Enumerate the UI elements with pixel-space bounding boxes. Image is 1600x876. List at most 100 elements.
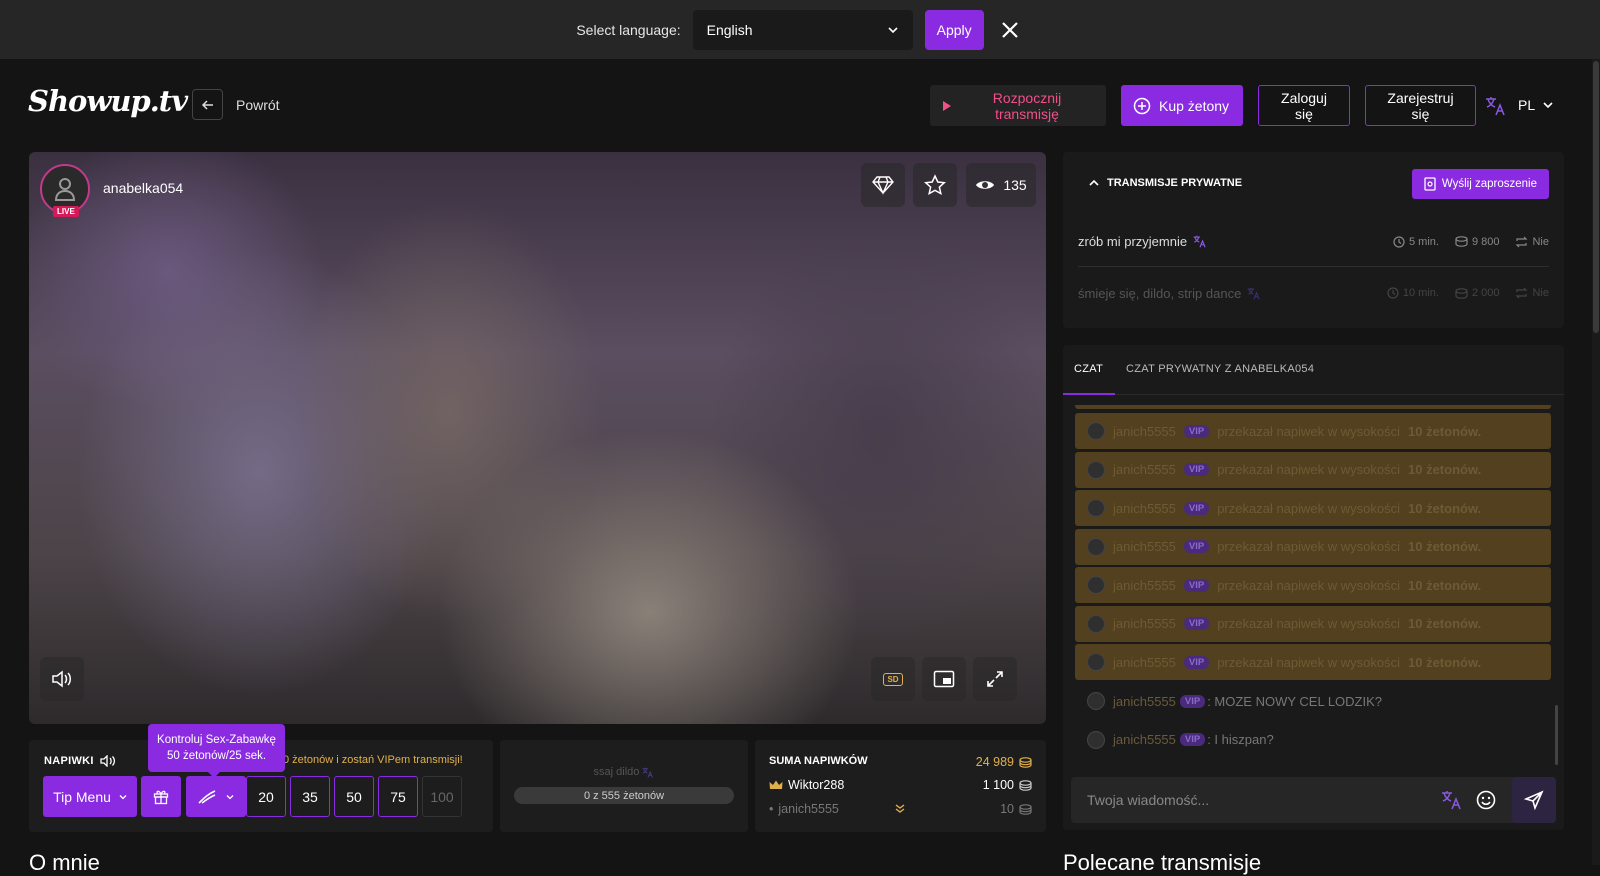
private-shows-toggle[interactable]: TRANSMISJE PRYWATNE — [1089, 177, 1242, 189]
chat-message: janich5555 VIP przekazał napiwek w wysokoś… — [1075, 490, 1551, 526]
speaker-icon[interactable] — [100, 755, 116, 767]
emoji-icon[interactable] — [1476, 790, 1496, 810]
tip-amount-35[interactable]: 35 — [290, 776, 330, 817]
start-stream-button[interactable]: Rozpocznij transmisję — [930, 85, 1106, 126]
chat-avatar[interactable] — [1087, 460, 1105, 479]
tip-amount-50[interactable]: 50 — [334, 776, 374, 817]
chat-message — [1075, 405, 1551, 409]
chat-input-bar — [1071, 777, 1556, 823]
tipper-name[interactable]: janich5555 — [778, 802, 838, 816]
quality-button[interactable]: SD — [871, 657, 915, 701]
login-button[interactable]: Zaloguj się — [1258, 85, 1350, 126]
chat-username[interactable]: janich5555 — [1113, 578, 1176, 593]
tip-menu-label: Tip Menu — [53, 788, 111, 805]
send-invite-button[interactable]: Wyślij zaproszenie — [1411, 169, 1549, 199]
chat-avatar[interactable] — [1087, 653, 1105, 671]
tip-amount-75[interactable]: 75 — [378, 776, 418, 817]
chat-username[interactable]: janich5555 — [1113, 694, 1176, 709]
chat-tip-amount: 10 żetonów. — [1408, 423, 1482, 439]
chat-username[interactable]: janich5555 — [1113, 732, 1176, 747]
speaker-icon — [51, 670, 73, 688]
chat-username[interactable]: janich5555 — [1113, 501, 1176, 516]
chat-tip-text: przekazał napiwek w wysokości — [1217, 462, 1400, 477]
private-show-item[interactable]: zrób mi przyjemnie 5 min. 9 800 Nie — [1078, 217, 1549, 267]
chat-tip-text: przekazał napiwek w wysokości — [1217, 423, 1400, 439]
chat-avatar[interactable] — [1087, 499, 1105, 517]
ui-language-select[interactable]: PL — [1518, 97, 1553, 113]
chevron-down-icon — [887, 24, 899, 36]
favorite-button[interactable] — [913, 163, 957, 207]
chat-message: janich5555 VIP przekazał napiwek w wysokoś… — [1075, 413, 1551, 449]
back-label[interactable]: Powrót — [236, 97, 280, 113]
chat-avatar[interactable] — [1087, 576, 1105, 594]
vip-badge: VIP — [1183, 463, 1210, 476]
chat-username[interactable]: janich5555 — [1113, 424, 1176, 439]
chat-scrollbar[interactable] — [1555, 705, 1558, 765]
chat-avatar[interactable] — [1087, 730, 1105, 749]
ticket-icon — [1424, 177, 1436, 191]
diamond-button[interactable] — [861, 163, 905, 207]
translate-icon[interactable] — [1247, 287, 1261, 300]
close-icon[interactable] — [996, 16, 1024, 44]
fullscreen-button[interactable] — [973, 657, 1017, 701]
back-button[interactable] — [192, 89, 223, 120]
video-player[interactable]: LIVE anabelka054 135 SD — [29, 152, 1046, 724]
volume-button[interactable] — [40, 657, 84, 701]
streamer-name[interactable]: anabelka054 — [103, 180, 183, 196]
picture-in-picture-button[interactable] — [922, 657, 966, 701]
chat-avatar[interactable] — [1087, 614, 1105, 633]
send-icon — [1524, 790, 1544, 810]
chat-message: janich5555 VIP: MOZE NOWY CEL LODZIK? — [1075, 683, 1551, 719]
expand-more-icon[interactable] — [895, 804, 905, 814]
language-select[interactable]: English — [692, 9, 913, 50]
translate-icon[interactable] — [1485, 96, 1507, 116]
tooltip-line-1: Kontroluj Sex-Zabawkę — [157, 734, 276, 746]
apply-button[interactable]: Apply — [924, 9, 984, 50]
page-scrollbar-thumb[interactable] — [1593, 61, 1599, 333]
coins-icon — [1019, 756, 1032, 768]
crown-icon — [769, 780, 783, 790]
chat-avatar[interactable] — [1087, 537, 1105, 556]
send-message-button[interactable] — [1512, 777, 1556, 823]
tab-private-chat[interactable]: CZAT PRYWATNY Z ANABELKA054 — [1126, 363, 1314, 375]
chat-message-input[interactable] — [1079, 777, 1429, 823]
sex-toy-control-button[interactable] — [186, 776, 246, 817]
coins-icon — [1019, 803, 1032, 815]
tip-sum-total: 24 989 — [976, 755, 1032, 769]
page-scrollbar[interactable] — [1592, 59, 1600, 865]
tip-amount-100[interactable]: 100 — [422, 776, 462, 817]
translate-icon[interactable] — [642, 767, 654, 778]
chat-username[interactable]: janich5555 — [1113, 616, 1176, 631]
vip-promo-text: 0 żetonów i zostań VIPem transmisji! — [283, 754, 463, 766]
chat-username[interactable]: janich5555 — [1113, 539, 1176, 554]
chat-avatar[interactable] — [1087, 692, 1105, 710]
tip-menu-button[interactable]: Tip Menu — [43, 776, 137, 817]
vip-badge: VIP — [1179, 733, 1206, 746]
chat-tip-text: przekazał napiwek w wysokości — [1217, 539, 1400, 554]
eye-icon — [975, 178, 995, 192]
private-show-item[interactable]: śmieje się, dildo, strip dance 10 min. 2… — [1078, 268, 1549, 318]
tip-sum-row: • janich5555 10 — [769, 802, 1032, 816]
tab-chat[interactable]: CZAT — [1074, 363, 1103, 375]
chat-username[interactable]: janich5555 — [1113, 655, 1176, 670]
tipper-name[interactable]: Wiktor288 — [788, 778, 844, 792]
chat-panel: CZAT CZAT PRYWATNY Z ANABELKA054 janich5… — [1063, 345, 1564, 830]
gift-button[interactable] — [141, 776, 181, 817]
buy-tokens-button[interactable]: Kup żetony — [1121, 85, 1243, 126]
tip-amount-20[interactable]: 20 — [246, 776, 286, 817]
translate-icon[interactable] — [1193, 235, 1207, 248]
chat-username[interactable]: janich5555 — [1113, 462, 1176, 477]
chat-tip-text: przekazał napiwek w wysokości — [1217, 500, 1400, 516]
chat-message: janich5555 VIP przekazał napiwek w wysokoś… — [1075, 605, 1551, 642]
site-logo[interactable]: Showup.tv — [28, 84, 188, 118]
language-selected: English — [706, 21, 753, 38]
register-button[interactable]: Zarejestruj się — [1365, 85, 1476, 126]
translate-icon[interactable] — [1441, 790, 1463, 810]
chat-avatar[interactable] — [1087, 422, 1105, 440]
chat-tip-text: przekazał napiwek w wysokości — [1217, 654, 1400, 670]
goal-label-text: ssaj dildo — [593, 766, 640, 778]
expand-icon — [986, 670, 1004, 688]
chat-message-text: : I hiszpan? — [1207, 732, 1274, 747]
private-show-desc: śmieje się, dildo, strip dance — [1078, 285, 1242, 301]
tips-title-text: NAPIWKI — [44, 755, 94, 767]
